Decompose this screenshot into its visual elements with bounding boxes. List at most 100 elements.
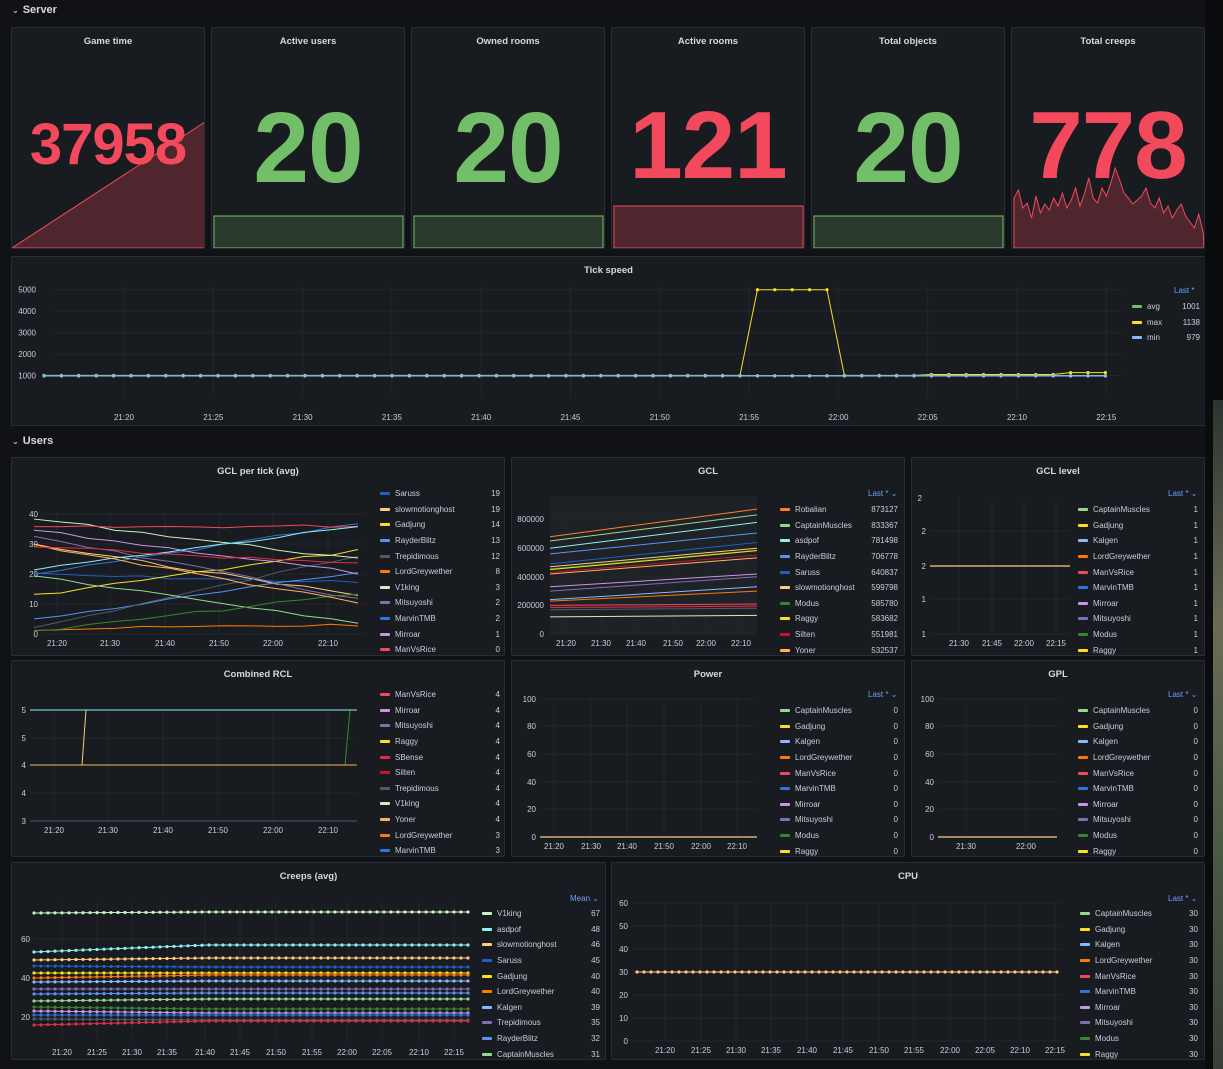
legend-item[interactable]: asdpof 781498: [780, 533, 898, 549]
legend-item[interactable]: MarvinTMB 0: [1078, 781, 1198, 797]
legend-item[interactable]: Kalgen 1: [1078, 533, 1198, 549]
legend-item[interactable]: Trepidimous 35: [482, 1015, 600, 1031]
legend-item[interactable]: CaptainMuscles 0: [1078, 703, 1198, 719]
legend-item[interactable]: CaptainMuscles 1: [1078, 502, 1198, 518]
legend-item[interactable]: SBense 4: [380, 749, 500, 765]
legend-sort-header[interactable]: Mean ⌄: [570, 894, 599, 903]
legend-item[interactable]: V1king 4: [380, 796, 500, 812]
legend-item[interactable]: Raggy 30: [1080, 1046, 1198, 1059]
legend-item[interactable]: MarvinTMB 1: [1078, 580, 1198, 596]
legend-item[interactable]: Modus 1: [1078, 627, 1198, 643]
legend-item[interactable]: Gadjung 1: [1078, 518, 1198, 534]
legend-item[interactable]: slowmotionghost 46: [482, 937, 600, 953]
legend-item[interactable]: MarvinTMB 2: [380, 611, 500, 627]
legend-item[interactable]: LordGreywether 40: [482, 984, 600, 1000]
chevron-down-icon[interactable]: ⌄: [1188, 489, 1198, 498]
legend-item[interactable]: ManVsRice 30: [1080, 968, 1198, 984]
legend-item[interactable]: Mirroar 0: [1078, 797, 1198, 813]
legend-item[interactable]: LordGreywether 0: [1078, 750, 1198, 766]
legend-item[interactable]: Kalgen 30: [1080, 937, 1198, 953]
chevron-down-icon[interactable]: ⌄: [888, 690, 898, 699]
legend-item[interactable]: avg 1001: [1132, 299, 1200, 315]
legend-item[interactable]: Mitsuyoshi 1: [1078, 611, 1198, 627]
legend-item[interactable]: RayderBlitz 706778: [780, 549, 898, 565]
legend-item[interactable]: Kalgen 0: [780, 734, 898, 750]
legend-item[interactable]: Gadjung 14: [380, 517, 500, 533]
legend-item[interactable]: CaptainMuscles 30: [1080, 906, 1198, 922]
legend-item[interactable]: LordGreywether 0: [780, 750, 898, 766]
legend-item[interactable]: Saruss 45: [482, 953, 600, 969]
legend-item[interactable]: Kalgen 0: [1078, 734, 1198, 750]
legend-item[interactable]: Mitsuyoshi 0: [1078, 812, 1198, 828]
legend-item[interactable]: Trepidimous 12: [380, 548, 500, 564]
row-server[interactable]: ⌄ Server: [12, 4, 57, 16]
legend-item[interactable]: MarvinTMB 0: [780, 781, 898, 797]
legend-sort-header[interactable]: Last * ⌄: [1168, 894, 1197, 903]
legend-item[interactable]: LordGreywether 8: [380, 564, 500, 580]
legend-item[interactable]: Robalian 873127: [780, 502, 898, 518]
chevron-down-icon[interactable]: ⌄: [888, 489, 898, 498]
legend-item[interactable]: RayderBlitz 32: [482, 1031, 600, 1047]
legend-item[interactable]: min 979: [1132, 330, 1200, 346]
legend-item[interactable]: ManVsRice 0: [380, 642, 500, 655]
legend-item[interactable]: Yoner 4: [380, 812, 500, 828]
legend-item[interactable]: CaptainMuscles 31: [482, 1046, 600, 1059]
legend-item[interactable]: slowmotionghost 599798: [780, 580, 898, 596]
legend-item[interactable]: Gadjung 40: [482, 968, 600, 984]
legend-item[interactable]: Yoner 532537: [780, 642, 898, 655]
legend-item[interactable]: Silten 4: [380, 765, 500, 781]
legend-sort-header[interactable]: Last * ⌄: [868, 690, 897, 699]
legend-item[interactable]: Mitsuyoshi 0: [780, 812, 898, 828]
legend-item[interactable]: asdpof 48: [482, 922, 600, 938]
legend-item[interactable]: Raggy 583682: [780, 611, 898, 627]
legend-item[interactable]: MarvinTMB 3: [380, 843, 500, 856]
legend-item[interactable]: Mirroar 0: [780, 797, 898, 813]
legend-item[interactable]: Gadjung 0: [1078, 719, 1198, 735]
legend-item[interactable]: Mirroar 4: [380, 703, 500, 719]
legend-item[interactable]: LordGreywether 3: [380, 827, 500, 843]
legend-item[interactable]: V1king 67: [482, 906, 600, 922]
legend-item[interactable]: Raggy 1: [1078, 642, 1198, 655]
legend-item[interactable]: Saruss 640837: [780, 564, 898, 580]
legend-item[interactable]: RayderBlitz 13: [380, 533, 500, 549]
chevron-down-icon[interactable]: ⌄: [1188, 690, 1198, 699]
legend-item[interactable]: ManVsRice 4: [380, 687, 500, 703]
legend-item[interactable]: slowmotionghost 19: [380, 502, 500, 518]
legend-item[interactable]: V1king 3: [380, 580, 500, 596]
legend-item[interactable]: Raggy 4: [380, 734, 500, 750]
legend-item[interactable]: Saruss 19: [380, 486, 500, 502]
legend-item[interactable]: LordGreywether 30: [1080, 953, 1198, 969]
legend-item[interactable]: Modus 0: [780, 828, 898, 844]
legend-sort-header[interactable]: Last * ⌄: [1168, 690, 1197, 699]
legend-item[interactable]: Modus 30: [1080, 1031, 1198, 1047]
legend-item[interactable]: CaptainMuscles 0: [780, 703, 898, 719]
legend-item[interactable]: Raggy 0: [780, 843, 898, 856]
legend-item[interactable]: ManVsRice 1: [1078, 564, 1198, 580]
legend-item[interactable]: Trepidimous 4: [380, 781, 500, 797]
chevron-down-icon[interactable]: ⌄: [590, 894, 599, 903]
legend-item[interactable]: Modus 585780: [780, 596, 898, 612]
legend-item[interactable]: Silten 551981: [780, 627, 898, 643]
legend-item[interactable]: Gadjung 30: [1080, 922, 1198, 938]
legend-item[interactable]: CaptainMuscles 833367: [780, 518, 898, 534]
legend-item[interactable]: Mitsuyoshi 2: [380, 595, 500, 611]
legend-sort-header[interactable]: Last * ⌄: [1168, 489, 1197, 498]
legend-item[interactable]: Mirroar 1: [1078, 596, 1198, 612]
legend-item[interactable]: LordGreywether 1: [1078, 549, 1198, 565]
row-users[interactable]: ⌄ Users: [12, 435, 53, 447]
legend-item[interactable]: Modus 0: [1078, 828, 1198, 844]
legend-item[interactable]: Mirroar 30: [1080, 1000, 1198, 1016]
legend-sort-header[interactable]: Last * ⌄: [868, 489, 897, 498]
legend-item[interactable]: Gadjung 0: [780, 719, 898, 735]
legend-item[interactable]: MarvinTMB 30: [1080, 984, 1198, 1000]
legend-item[interactable]: Mirroar 1: [380, 626, 500, 642]
legend-item[interactable]: Raggy 0: [1078, 843, 1198, 856]
legend-item[interactable]: ManVsRice 0: [780, 765, 898, 781]
legend-sort-last[interactable]: Last *: [1174, 286, 1194, 295]
legend-item[interactable]: Kalgen 39: [482, 1000, 600, 1016]
legend-item[interactable]: Mitsuyoshi 4: [380, 718, 500, 734]
legend-item[interactable]: Mitsuyoshi 30: [1080, 1015, 1198, 1031]
legend-item[interactable]: ManVsRice 0: [1078, 765, 1198, 781]
chevron-down-icon[interactable]: ⌄: [1188, 894, 1198, 903]
legend-item[interactable]: max 1138: [1132, 315, 1200, 331]
